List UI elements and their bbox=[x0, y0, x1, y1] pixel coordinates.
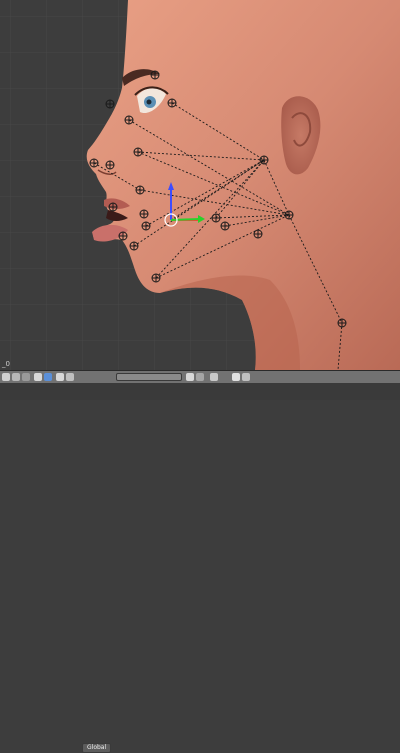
manipulator-icon[interactable] bbox=[56, 373, 64, 381]
select-icon[interactable] bbox=[12, 373, 20, 381]
render-anim-icon[interactable] bbox=[242, 373, 250, 381]
snap-target-icon[interactable] bbox=[196, 373, 204, 381]
snap-icon[interactable] bbox=[186, 373, 194, 381]
timeline-area bbox=[0, 383, 400, 400]
rotate-icon[interactable] bbox=[66, 373, 74, 381]
3d-viewport[interactable] bbox=[0, 0, 400, 370]
object-label: _0 bbox=[2, 360, 10, 368]
viewport-header: Global bbox=[0, 370, 400, 753]
shading-icon[interactable] bbox=[34, 373, 42, 381]
layers-widget[interactable] bbox=[116, 373, 182, 381]
pivot-icon[interactable] bbox=[44, 373, 52, 381]
render-icon[interactable] bbox=[232, 373, 240, 381]
view-icon[interactable] bbox=[2, 373, 10, 381]
orientation-dropdown[interactable]: Global bbox=[82, 743, 112, 753]
object-mode-icon[interactable] bbox=[22, 373, 30, 381]
proportional-edit-icon[interactable] bbox=[210, 373, 218, 381]
